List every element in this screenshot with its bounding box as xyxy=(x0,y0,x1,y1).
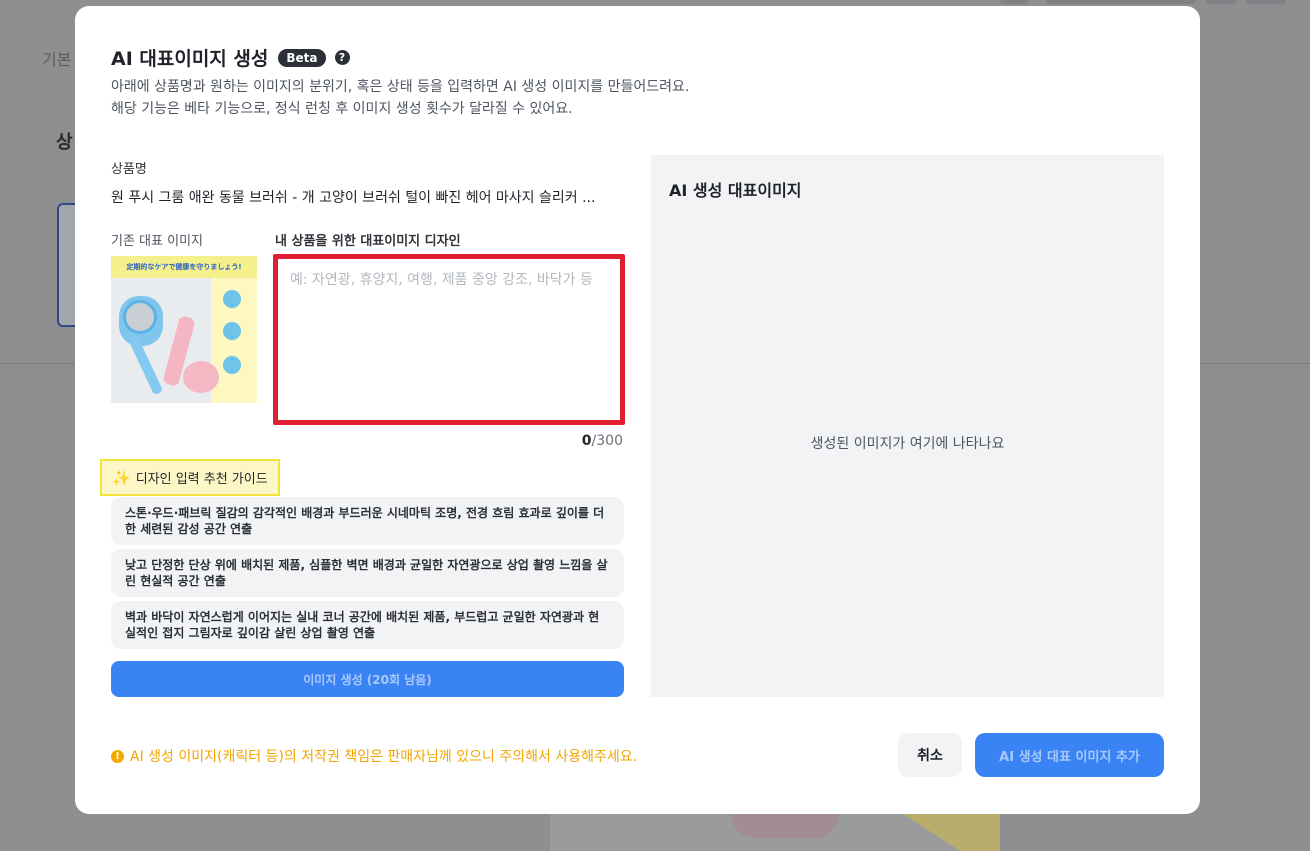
result-empty-text: 생성된 이미지가 여기에 나타나요 xyxy=(810,436,1005,452)
bg-tab: 기본 xyxy=(42,50,72,69)
character-counter: 0/300 xyxy=(565,433,623,449)
bg-top-button xyxy=(1000,0,1028,4)
feature-icon xyxy=(223,322,241,340)
modal-header: AI 대표이미지 생성 Beta ? xyxy=(111,44,350,71)
feature-icon xyxy=(223,290,241,308)
modal-title: AI 대표이미지 생성 xyxy=(111,48,269,70)
help-icon[interactable]: ? xyxy=(334,50,350,65)
feature-icon xyxy=(223,356,241,374)
warning-icon: ! xyxy=(111,749,124,763)
bg-image-shape xyxy=(730,812,840,838)
design-input[interactable] xyxy=(273,254,625,425)
cancel-button[interactable]: 취소 xyxy=(898,733,962,777)
suggestion-chip[interactable]: 스톤·우드·패브릭 질감의 감각적인 배경과 부드러운 시네마틱 조명, 전경 … xyxy=(111,497,624,545)
suggestion-chip[interactable]: 낮고 단정한 단상 위에 배치된 제품, 심플한 벽면 배경과 균일한 자연광으… xyxy=(111,549,624,597)
modal-description: 아래에 상품명과 원하는 이미지의 분위기, 혹은 상태 등을 입력하면 AI … xyxy=(111,76,689,120)
design-guide-title: ✨ 디자인 입력 추천 가이드 xyxy=(100,459,280,496)
pink-brush-head-shape xyxy=(183,361,219,393)
bg-top-button xyxy=(1246,0,1286,4)
guide-label: 디자인 입력 추천 가이드 xyxy=(135,472,268,487)
description-line: 아래에 상품명과 원하는 이미지의 분위기, 혹은 상태 등을 입력하면 AI … xyxy=(111,79,690,95)
result-panel: AI 생성 대표이미지 생성된 이미지가 여기에 나타나요 xyxy=(651,155,1164,697)
warning-text: AI 생성 이미지(캐릭터 등)의 저작권 책임은 판매자님께 있으니 주의해서… xyxy=(130,749,638,765)
result-panel-title: AI 생성 대표이미지 xyxy=(669,181,802,200)
existing-image-label: 기존 대표 이미지 xyxy=(111,234,203,249)
copyright-warning: ! AI 생성 이미지(캐릭터 등)의 저작권 책임은 판매자님께 있으니 주의… xyxy=(111,746,637,766)
sparkle-icon: ✨ xyxy=(112,468,131,487)
bg-top-button xyxy=(1205,0,1237,4)
bg-heading: 상 xyxy=(56,132,73,153)
beta-badge: Beta xyxy=(278,48,326,67)
counter-max: /300 xyxy=(591,433,623,449)
product-name-label: 상품명 xyxy=(111,162,147,177)
ai-image-modal: AI 대표이미지 생성 Beta ? 아래에 상품명과 원하는 이미지의 분위기… xyxy=(75,6,1200,814)
design-input-label: 내 상품을 위한 대표이미지 디자인 xyxy=(275,234,461,249)
product-name: 원 푸시 그룸 애완 동물 브러쉬 - 개 고양이 브러쉬 털이 빠진 헤어 마… xyxy=(111,190,596,206)
add-ai-image-button[interactable]: AI 생성 대표 이미지 추가 xyxy=(975,733,1164,777)
generate-image-button[interactable]: 이미지 생성 (20회 남음) xyxy=(111,661,624,697)
brush-head-shape xyxy=(123,300,157,334)
description-line: 해당 기능은 베타 기능으로, 정식 런칭 후 이미지 생성 횟수가 달라질 수… xyxy=(111,101,573,117)
counter-current: 0 xyxy=(581,433,592,449)
suggestion-chip[interactable]: 벽과 바닥이 자연스럽게 이어지는 실내 코너 공간에 배치된 제품, 부드럽고… xyxy=(111,601,624,649)
image-banner-text: 定期的なケアで健康を守りましょう! xyxy=(111,256,257,278)
existing-product-image: 定期的なケアで健康を守りましょう! xyxy=(111,256,257,403)
bg-top-button xyxy=(1046,0,1196,4)
